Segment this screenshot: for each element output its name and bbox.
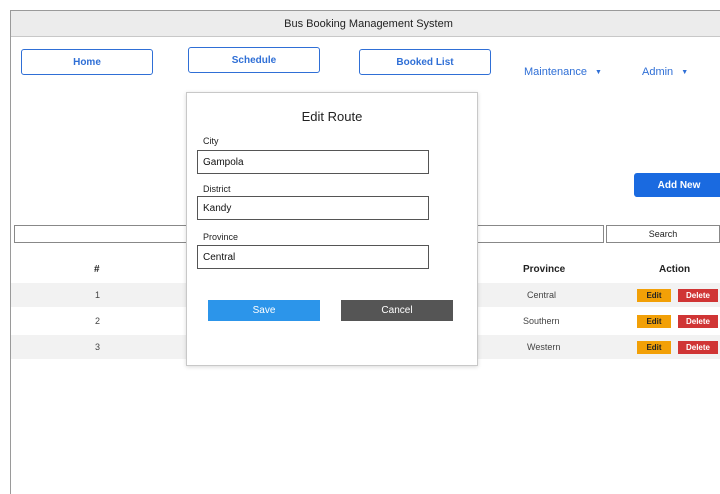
nav-schedule-button[interactable]: Schedule	[188, 47, 320, 73]
nav-maintenance-menu[interactable]: Maintenance ▼	[524, 61, 602, 83]
row-province: Central	[527, 290, 557, 300]
row-number: 3	[95, 342, 101, 352]
window-titlebar: Bus Booking Management System	[11, 11, 720, 37]
city-input[interactable]	[197, 150, 429, 174]
chevron-down-icon: ▼	[595, 68, 602, 76]
row-edit-button[interactable]: Edit	[637, 341, 671, 354]
row-delete-button[interactable]: Delete	[678, 315, 718, 328]
search-button[interactable]: Search	[606, 225, 720, 243]
row-delete-button[interactable]: Delete	[678, 341, 718, 354]
province-input[interactable]	[197, 245, 429, 269]
save-button[interactable]: Save	[208, 300, 320, 321]
add-new-button[interactable]: Add New	[634, 173, 720, 197]
column-header-action: Action	[659, 264, 691, 275]
chevron-down-icon: ▼	[681, 68, 689, 76]
row-number: 1	[95, 290, 101, 300]
row-delete-button[interactable]: Delete	[678, 289, 718, 302]
district-label: District	[203, 184, 231, 194]
row-province: Western	[527, 342, 561, 352]
column-header-number: #	[94, 264, 100, 275]
row-edit-button[interactable]: Edit	[637, 289, 671, 302]
province-label: Province	[203, 232, 239, 242]
row-edit-button[interactable]: Edit	[637, 315, 671, 328]
row-province: Southern	[523, 316, 560, 326]
nav-admin-menu[interactable]: Admin ▼	[642, 61, 688, 83]
nav-booked-list-button[interactable]: Booked List	[359, 49, 491, 75]
district-input[interactable]	[197, 196, 429, 220]
window-title: Bus Booking Management System	[284, 17, 453, 30]
edit-route-dialog: Edit Route City District Province Save C…	[186, 92, 478, 366]
cancel-button[interactable]: Cancel	[341, 300, 453, 321]
dialog-title: Edit Route	[301, 109, 363, 124]
column-header-province: Province	[523, 264, 566, 275]
nav-home-button[interactable]: Home	[21, 49, 153, 75]
nav-admin-label: Admin	[642, 66, 674, 78]
nav-maintenance-label: Maintenance	[524, 66, 587, 78]
row-number: 2	[95, 316, 101, 326]
city-label: City	[203, 136, 219, 146]
